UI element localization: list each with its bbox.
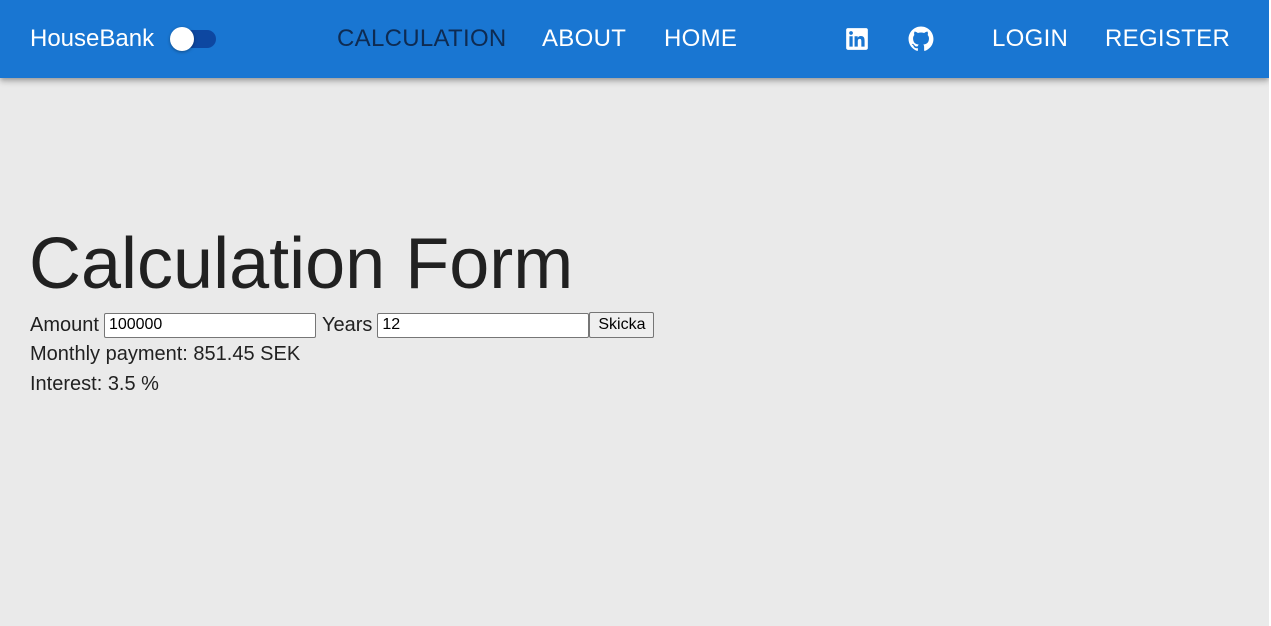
amount-label: Amount: [30, 313, 99, 336]
interest-text: Interest: 3.5 %: [30, 373, 159, 395]
theme-toggle-thumb[interactable]: [170, 27, 194, 51]
years-input[interactable]: [377, 312, 590, 338]
github-icon-glyph: [908, 26, 934, 51]
nav-link-about[interactable]: ABOUT: [542, 24, 626, 54]
nav-link-calculation[interactable]: CALCULATION: [337, 24, 507, 54]
years-label: Years: [321, 313, 373, 336]
app-viewport: HouseBank CALCULATION ABOUT HOME LOGIN R…: [0, 0, 1269, 626]
linkedin-icon[interactable]: [844, 26, 870, 52]
theme-toggle-switch[interactable]: [168, 27, 218, 51]
submit-button[interactable]: Skicka: [589, 312, 655, 338]
register-link[interactable]: REGISTER: [1105, 24, 1230, 54]
brand-title: HouseBank: [30, 25, 155, 52]
github-icon[interactable]: [908, 26, 934, 52]
amount-input[interactable]: [103, 312, 316, 338]
linkedin-icon-glyph: [846, 28, 868, 50]
page-title: Calculation Form: [29, 224, 574, 304]
app-bar: HouseBank CALCULATION ABOUT HOME LOGIN R…: [0, 0, 1269, 78]
calculation-form: Amount Years Skicka: [30, 311, 655, 339]
nav-link-home[interactable]: HOME: [664, 24, 737, 54]
login-link[interactable]: LOGIN: [992, 24, 1068, 54]
monthly-payment-text: Monthly payment: 851.45 SEK: [30, 343, 301, 365]
